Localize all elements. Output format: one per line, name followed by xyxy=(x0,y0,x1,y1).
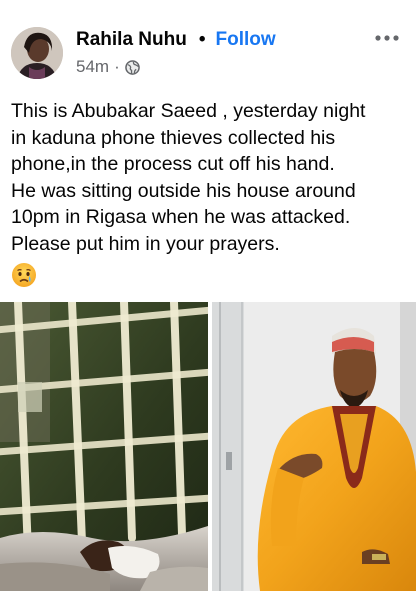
follow-button[interactable]: Follow xyxy=(216,29,276,51)
post-header: Rahila Nuhu • Follow 54m · xyxy=(0,0,416,90)
more-horizontal-icon xyxy=(375,35,399,41)
post-text-line: Please put him in your prayers. xyxy=(11,232,280,255)
post-meta: 54m · xyxy=(76,56,140,78)
post-text: This is Abubakar Saeed , yesterday night… xyxy=(11,98,411,257)
post-text-line: phone,in the process cut off his hand. xyxy=(11,153,335,175)
meta-separator: · xyxy=(114,57,120,76)
more-options-button[interactable] xyxy=(370,28,404,48)
post-text-line: in kaduna phone thieves collected his xyxy=(11,126,336,149)
post-timestamp[interactable]: 54m xyxy=(76,57,109,77)
post-text-line: 10pm in Rigasa when he was attacked. xyxy=(11,206,351,228)
crying-face-emoji xyxy=(11,262,37,288)
author-name[interactable]: Rahila Nuhu xyxy=(76,29,187,51)
post-text-line: He was sitting outside his house around xyxy=(11,179,356,202)
post-photos xyxy=(0,302,416,591)
photo-man-portrait[interactable] xyxy=(212,302,416,591)
author-avatar[interactable] xyxy=(11,27,63,79)
avatar-photo xyxy=(11,27,63,79)
name-separator: • xyxy=(198,29,206,50)
post-text-line: This is Abubakar Saeed , yesterday night xyxy=(11,100,366,122)
globe-icon xyxy=(124,59,140,75)
author-row: Rahila Nuhu • Follow xyxy=(76,28,276,52)
photo-hospital-bed[interactable] xyxy=(0,302,208,591)
